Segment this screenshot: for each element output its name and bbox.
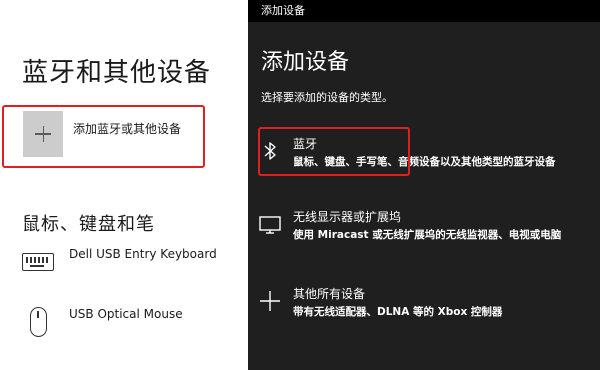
- section-title-input-devices: 鼠标、键盘和笔: [22, 214, 155, 235]
- dialog-subtitle: 选择要添加的设备的类型。: [261, 91, 393, 104]
- dialog-heading: 添加设备: [261, 50, 350, 75]
- device-name: Dell USB Entry Keyboard: [69, 247, 217, 261]
- add-device-dialog: 添加设备 添加设备 选择要添加的设备的类型。 蓝牙 鼠标、键盘、手写笔、音频设备…: [248, 0, 600, 370]
- plus-icon: [260, 291, 280, 311]
- monitor-icon: [259, 216, 281, 234]
- device-name: USB Optical Mouse: [69, 307, 183, 321]
- highlight-box-add: [2, 105, 205, 168]
- settings-page: 蓝牙和其他设备 添加蓝牙或其他设备 鼠标、键盘和笔 Dell USB Entry…: [0, 0, 248, 370]
- mouse-icon: [30, 307, 47, 337]
- page-title: 蓝牙和其他设备: [22, 58, 212, 88]
- window-titlebar: 添加设备: [248, 0, 600, 22]
- option-description: 使用 Miracast 或无线扩展坞的无线监视器、电视或电脑: [293, 229, 562, 241]
- keyboard-icon: [22, 253, 54, 271]
- option-everything-else[interactable]: 其他所有设备 带有无线适配器、DLNA 等的 Xbox 控制器: [256, 285, 596, 335]
- window-title: 添加设备: [261, 4, 305, 17]
- option-title: 无线显示器或扩展坞: [293, 210, 402, 224]
- option-title: 其他所有设备: [293, 287, 366, 301]
- highlight-box-bluetooth: [258, 127, 410, 176]
- option-description: 带有无线适配器、DLNA 等的 Xbox 控制器: [293, 306, 503, 318]
- option-wireless-display[interactable]: 无线显示器或扩展坞 使用 Miracast 或无线扩展坞的无线监视器、电视或电脑: [256, 208, 596, 258]
